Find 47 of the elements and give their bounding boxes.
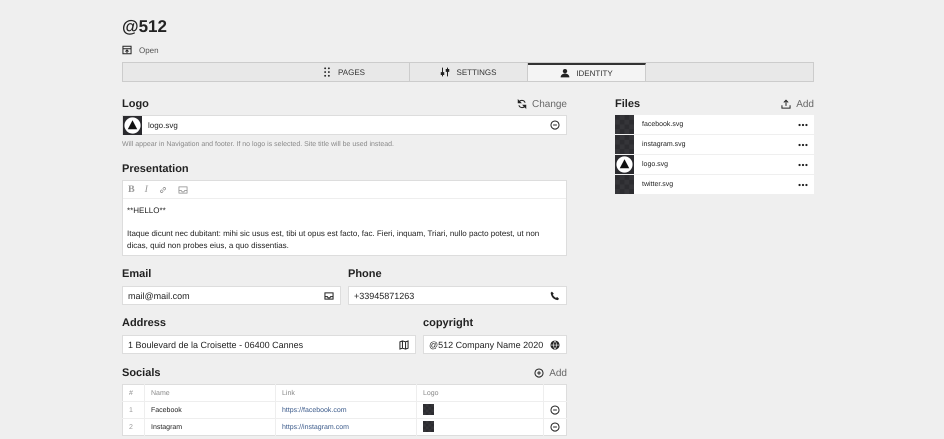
link-icon	[158, 184, 168, 194]
page-title: @512	[122, 17, 168, 37]
add-button[interactable]: Add	[781, 98, 814, 110]
input-field[interactable]: @512 Company Name 2020	[423, 335, 567, 354]
text-input[interactable]: @512 Company Name 2020	[429, 340, 550, 350]
open-icon	[122, 45, 132, 55]
section-label: Presentation	[122, 163, 189, 175]
user-icon	[560, 68, 570, 78]
input-field[interactable]: 1 Boulevard de la Croisette - 06400 Cannes	[122, 335, 416, 354]
map-icon	[399, 340, 409, 350]
globe-icon	[550, 340, 560, 350]
input-field[interactable]: +33945871263	[348, 286, 567, 305]
logo-thumbnail	[123, 116, 142, 134]
sliders-icon	[440, 67, 450, 77]
file-thumbnail	[615, 155, 634, 174]
text-input[interactable]: 1 Boulevard de la Croisette - 06400 Cannes	[128, 340, 399, 350]
envelope-icon	[324, 290, 334, 300]
file-thumbnail	[615, 115, 634, 134]
tab[interactable]: IDENTITY	[528, 63, 646, 81]
file-thumbnail	[615, 135, 634, 154]
add-button[interactable]: Add	[534, 368, 567, 378]
plus-circle-icon	[534, 368, 544, 378]
phone-icon	[550, 290, 560, 300]
text-input[interactable]: mail@mail.com	[128, 290, 324, 300]
minus-circle-icon	[550, 120, 560, 130]
field-label: Phone	[348, 268, 383, 280]
editor-text: **HELLO** Itaque dicunt nec dubitant: mihi sic usus est, tibi ut opus est facto, fac. Fieri, inquam, Triari, nullo pacto potest, ut non dicas, quid non probes eius, a quo dissentias.	[126, 205, 540, 252]
change-button[interactable]: Change	[516, 98, 567, 110]
grid-icon	[322, 67, 332, 77]
refresh-icon	[516, 99, 527, 109]
open-link[interactable]: Open	[139, 46, 159, 54]
upload-icon	[781, 99, 792, 109]
envelope-icon	[178, 184, 188, 194]
minus-circle-icon	[550, 405, 560, 415]
field-label: Email	[122, 268, 152, 280]
minus-circle-icon	[550, 422, 560, 432]
section-label: Socials	[122, 367, 161, 379]
file-thumbnail	[615, 175, 634, 194]
logo-thumbnail	[423, 420, 434, 432]
field-label: Address	[122, 317, 168, 329]
field-label: copyright	[423, 317, 474, 329]
input-field[interactable]: mail@mail.com	[122, 286, 341, 305]
logo-thumbnail	[423, 404, 434, 414]
section-label: Files	[615, 98, 640, 110]
text-input[interactable]: +33945871263	[354, 290, 550, 300]
section-label: Logo	[122, 98, 149, 110]
logo-field[interactable]: logo.svg	[122, 115, 567, 135]
